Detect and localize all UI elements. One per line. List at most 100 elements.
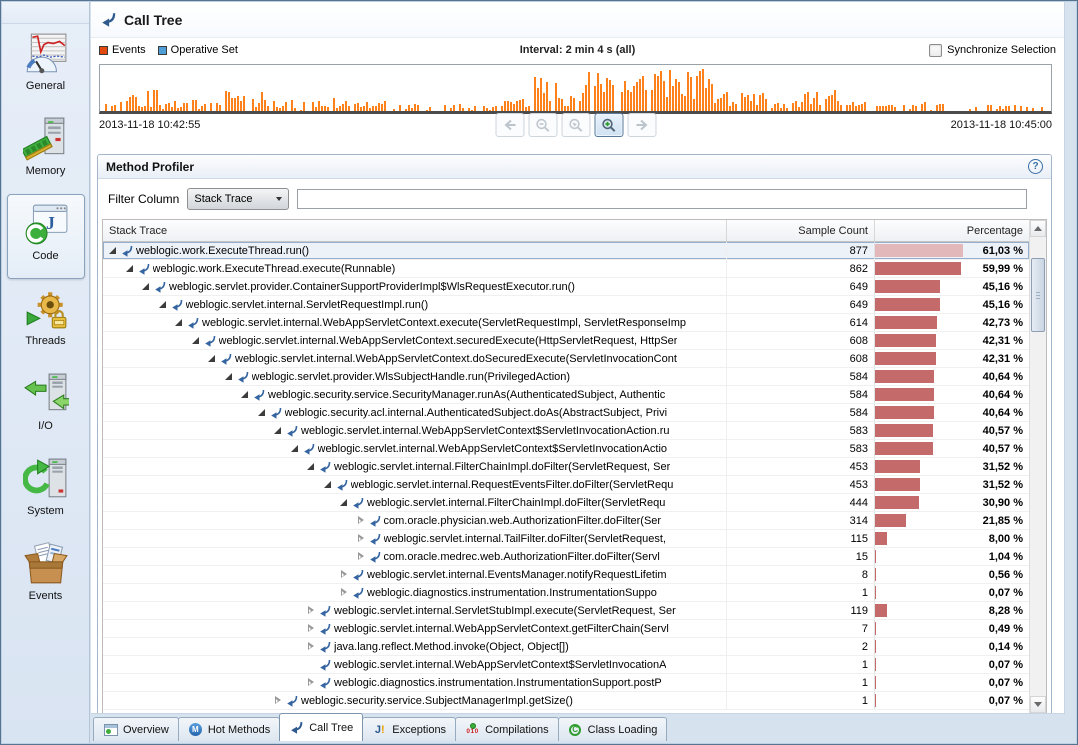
synchronize-selection-checkbox[interactable] <box>929 44 942 57</box>
table-row[interactable]: weblogic.work.ExecuteThread.run() 877 61… <box>103 242 1029 260</box>
nav-zoom-in-button[interactable] <box>594 113 623 137</box>
table-row[interactable]: weblogic.servlet.internal.WebAppServletC… <box>103 350 1029 368</box>
table-row[interactable]: weblogic.servlet.internal.ServletRequest… <box>103 296 1029 314</box>
tree-expander-icon[interactable] <box>305 461 316 472</box>
sidebar-item-general[interactable]: General <box>7 24 85 109</box>
sidebar-item-memory[interactable]: Memory <box>7 109 85 194</box>
tree-expander-icon[interactable] <box>124 263 135 274</box>
scrollbar-up-button[interactable] <box>1030 220 1046 237</box>
table-row[interactable]: weblogic.servlet.internal.WebAppServletC… <box>103 620 1029 638</box>
table-row[interactable]: weblogic.diagnostics.instrumentation.Ins… <box>103 674 1029 692</box>
tree-expander-icon[interactable] <box>272 695 283 706</box>
column-header-sample-count[interactable]: Sample Count <box>726 220 874 241</box>
nav-zoom-selection-button[interactable] <box>561 113 590 137</box>
table-row[interactable]: com.oracle.physician.web.AuthorizationFi… <box>103 512 1029 530</box>
table-row[interactable]: weblogic.servlet.internal.ServletStubImp… <box>103 602 1029 620</box>
table-row[interactable]: weblogic.security.acl.internal.Authentic… <box>103 404 1029 422</box>
table-row[interactable]: weblogic.servlet.provider.WlsSubjectHand… <box>103 368 1029 386</box>
percentage-bar <box>875 334 936 347</box>
stack-trace-text: weblogic.servlet.internal.WebAppServletC… <box>334 659 666 671</box>
table-row[interactable]: weblogic.servlet.internal.WebAppServletC… <box>103 332 1029 350</box>
tab-exceptions[interactable]: J! Exceptions <box>362 717 456 741</box>
filter-text-input[interactable] <box>297 189 1027 209</box>
sidebar-item-threads[interactable]: Threads <box>7 279 85 364</box>
table-row[interactable]: weblogic.diagnostics.instrumentation.Ins… <box>103 584 1029 602</box>
table-row[interactable]: weblogic.servlet.internal.WebAppServletC… <box>103 656 1029 674</box>
general-gauge-chart-icon <box>23 31 69 77</box>
tree-expander-icon[interactable] <box>305 605 316 616</box>
table-row[interactable]: weblogic.servlet.internal.FilterChainImp… <box>103 494 1029 512</box>
nav-zoom-out-button[interactable] <box>528 113 557 137</box>
percentage-bar <box>875 280 940 293</box>
tree-expander-icon[interactable] <box>338 587 349 598</box>
tree-expander-icon[interactable] <box>107 245 118 256</box>
stack-frame-icon <box>187 317 199 329</box>
bottom-tab-bar: Overview M Hot Methods Call Tree J! Exce… <box>91 713 1076 741</box>
tree-expander-icon[interactable] <box>338 497 349 508</box>
nav-forward-button[interactable] <box>627 113 656 137</box>
tab-class-loading[interactable]: C Class Loading <box>558 717 668 741</box>
sample-count-value: 584 <box>726 368 874 385</box>
synchronize-selection[interactable]: Synchronize Selection <box>929 44 1056 57</box>
tree-expander-icon[interactable] <box>305 641 316 652</box>
table-row[interactable]: weblogic.servlet.internal.TailFilter.doF… <box>103 530 1029 548</box>
tab-call-tree[interactable]: Call Tree <box>279 713 363 741</box>
tree-expander-icon[interactable] <box>305 623 316 634</box>
nav-back-button[interactable] <box>495 113 524 137</box>
filter-column-dropdown[interactable]: Stack Trace <box>187 188 289 210</box>
tab-compilations[interactable]: 010 Compilations <box>455 717 559 741</box>
tree-expander-icon[interactable] <box>322 479 333 490</box>
help-icon[interactable]: ? <box>1028 159 1043 174</box>
sample-count-value: 1 <box>726 674 874 691</box>
tree-expander-icon[interactable] <box>272 425 283 436</box>
tree-expander-icon[interactable] <box>289 443 300 454</box>
column-header-percentage[interactable]: Percentage <box>874 220 1029 241</box>
table-row[interactable]: com.oracle.medrec.web.AuthorizationFilte… <box>103 548 1029 566</box>
sample-count-value: 584 <box>726 404 874 421</box>
tree-expander-icon[interactable] <box>223 371 234 382</box>
tree-expander-icon[interactable] <box>206 353 217 364</box>
tree-expander-icon[interactable] <box>157 299 168 310</box>
table-row[interactable]: weblogic.servlet.internal.EventsManager.… <box>103 566 1029 584</box>
page-title: Call Tree <box>124 12 182 28</box>
tree-expander-icon[interactable] <box>355 551 366 562</box>
sidebar-item-io[interactable]: I/O <box>7 364 85 449</box>
vertical-scrollbar[interactable] <box>1029 220 1046 713</box>
tree-expander-icon[interactable] <box>173 317 184 328</box>
sample-count-value: 583 <box>726 422 874 439</box>
scrollbar-thumb[interactable] <box>1031 258 1045 332</box>
percentage-value: 42,31 % <box>983 335 1023 347</box>
timeline-chart[interactable] <box>99 64 1052 114</box>
tab-overview[interactable]: Overview <box>93 717 179 741</box>
stack-trace-text: weblogic.servlet.provider.WlsSubjectHand… <box>252 371 571 383</box>
table-row[interactable]: weblogic.servlet.internal.FilterChainImp… <box>103 458 1029 476</box>
tree-expander-icon[interactable] <box>256 407 267 418</box>
sidebar-item-system[interactable]: System <box>7 449 85 534</box>
tree-expander-icon[interactable] <box>305 677 316 688</box>
column-header-stack-trace[interactable]: Stack Trace <box>103 220 726 241</box>
stack-trace-text: weblogic.servlet.internal.EventsManager.… <box>367 569 667 581</box>
table-row[interactable]: weblogic.servlet.internal.WebAppServletC… <box>103 314 1029 332</box>
threads-gear-lock-icon <box>23 286 69 332</box>
tree-expander-icon[interactable] <box>239 389 250 400</box>
table-row[interactable]: weblogic.servlet.provider.ContainerSuppo… <box>103 278 1029 296</box>
stack-trace-text: weblogic.servlet.internal.WebAppServletC… <box>318 443 668 455</box>
table-row[interactable]: weblogic.servlet.internal.RequestEventsF… <box>103 476 1029 494</box>
table-row[interactable]: java.lang.reflect.Method.invoke(Object, … <box>103 638 1029 656</box>
sidebar-item-events[interactable]: Events <box>7 534 85 619</box>
tree-expander-icon[interactable] <box>338 569 349 580</box>
tree-expander-icon[interactable] <box>355 515 366 526</box>
table-row[interactable]: weblogic.security.service.SecurityManage… <box>103 386 1029 404</box>
table-row[interactable]: weblogic.servlet.internal.WebAppServletC… <box>103 422 1029 440</box>
scrollbar-down-button[interactable] <box>1030 696 1046 713</box>
table-row[interactable]: weblogic.work.ExecuteThread.execute(Runn… <box>103 260 1029 278</box>
sidebar-item-code[interactable]: J Code <box>7 194 85 279</box>
tree-expander-icon[interactable] <box>305 659 316 670</box>
table-row[interactable]: weblogic.servlet.internal.WebAppServletC… <box>103 440 1029 458</box>
tree-expander-icon[interactable] <box>355 533 366 544</box>
tab-hot-methods[interactable]: M Hot Methods <box>178 717 280 741</box>
tree-expander-icon[interactable] <box>190 335 201 346</box>
table-row[interactable]: weblogic.security.service.SubjectManager… <box>103 692 1029 710</box>
tree-expander-icon[interactable] <box>140 281 151 292</box>
percentage-value: 42,31 % <box>983 353 1023 365</box>
